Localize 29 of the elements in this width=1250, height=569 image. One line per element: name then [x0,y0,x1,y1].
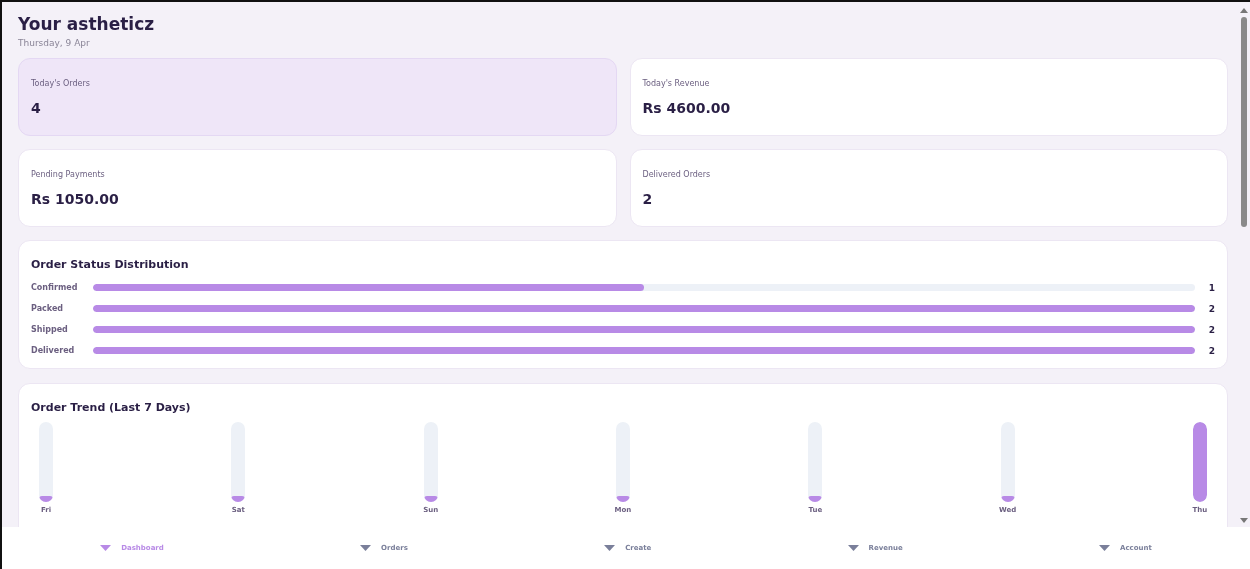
status-count: 2 [1207,345,1215,356]
status-label: Packed [31,304,65,313]
caret-icon [1099,545,1110,551]
status-count: 2 [1207,324,1215,335]
stat-value: Rs 1050.00 [31,191,119,207]
card-title: Order Trend (Last 7 Days) [31,401,191,414]
stat-value: 4 [31,100,41,116]
stat-card[interactable]: Pending Payments Rs 1050.00 [18,149,617,227]
stat-value: Rs 4600.00 [642,100,731,116]
caret-icon [604,545,616,551]
stat-label: Today's Revenue [642,79,710,88]
status-label: Delivered [31,346,76,355]
date-text: Thursday, 9 Apr [18,38,91,48]
page-title: Your astheticz [18,14,155,34]
stat-label: Delivered Orders [642,170,711,179]
stat-card[interactable]: Today's Orders 4 [18,58,617,136]
status-count: 2 [1207,303,1215,314]
stat-label: Today's Orders [31,79,90,88]
status-count: 1 [1207,282,1215,293]
status-label: Confirmed [31,283,79,292]
status-label: Shipped [31,325,69,334]
card-title: Order Status Distribution [31,258,189,271]
stat-value: 2 [642,191,653,207]
stat-label: Pending Payments [31,170,105,179]
stat-card[interactable]: Today's Revenue Rs 4600.00 [629,58,1228,136]
caret-icon [847,545,859,551]
caret-icon [100,545,112,551]
stat-card[interactable]: Delivered Orders 2 [629,149,1228,227]
caret-icon [360,545,372,551]
